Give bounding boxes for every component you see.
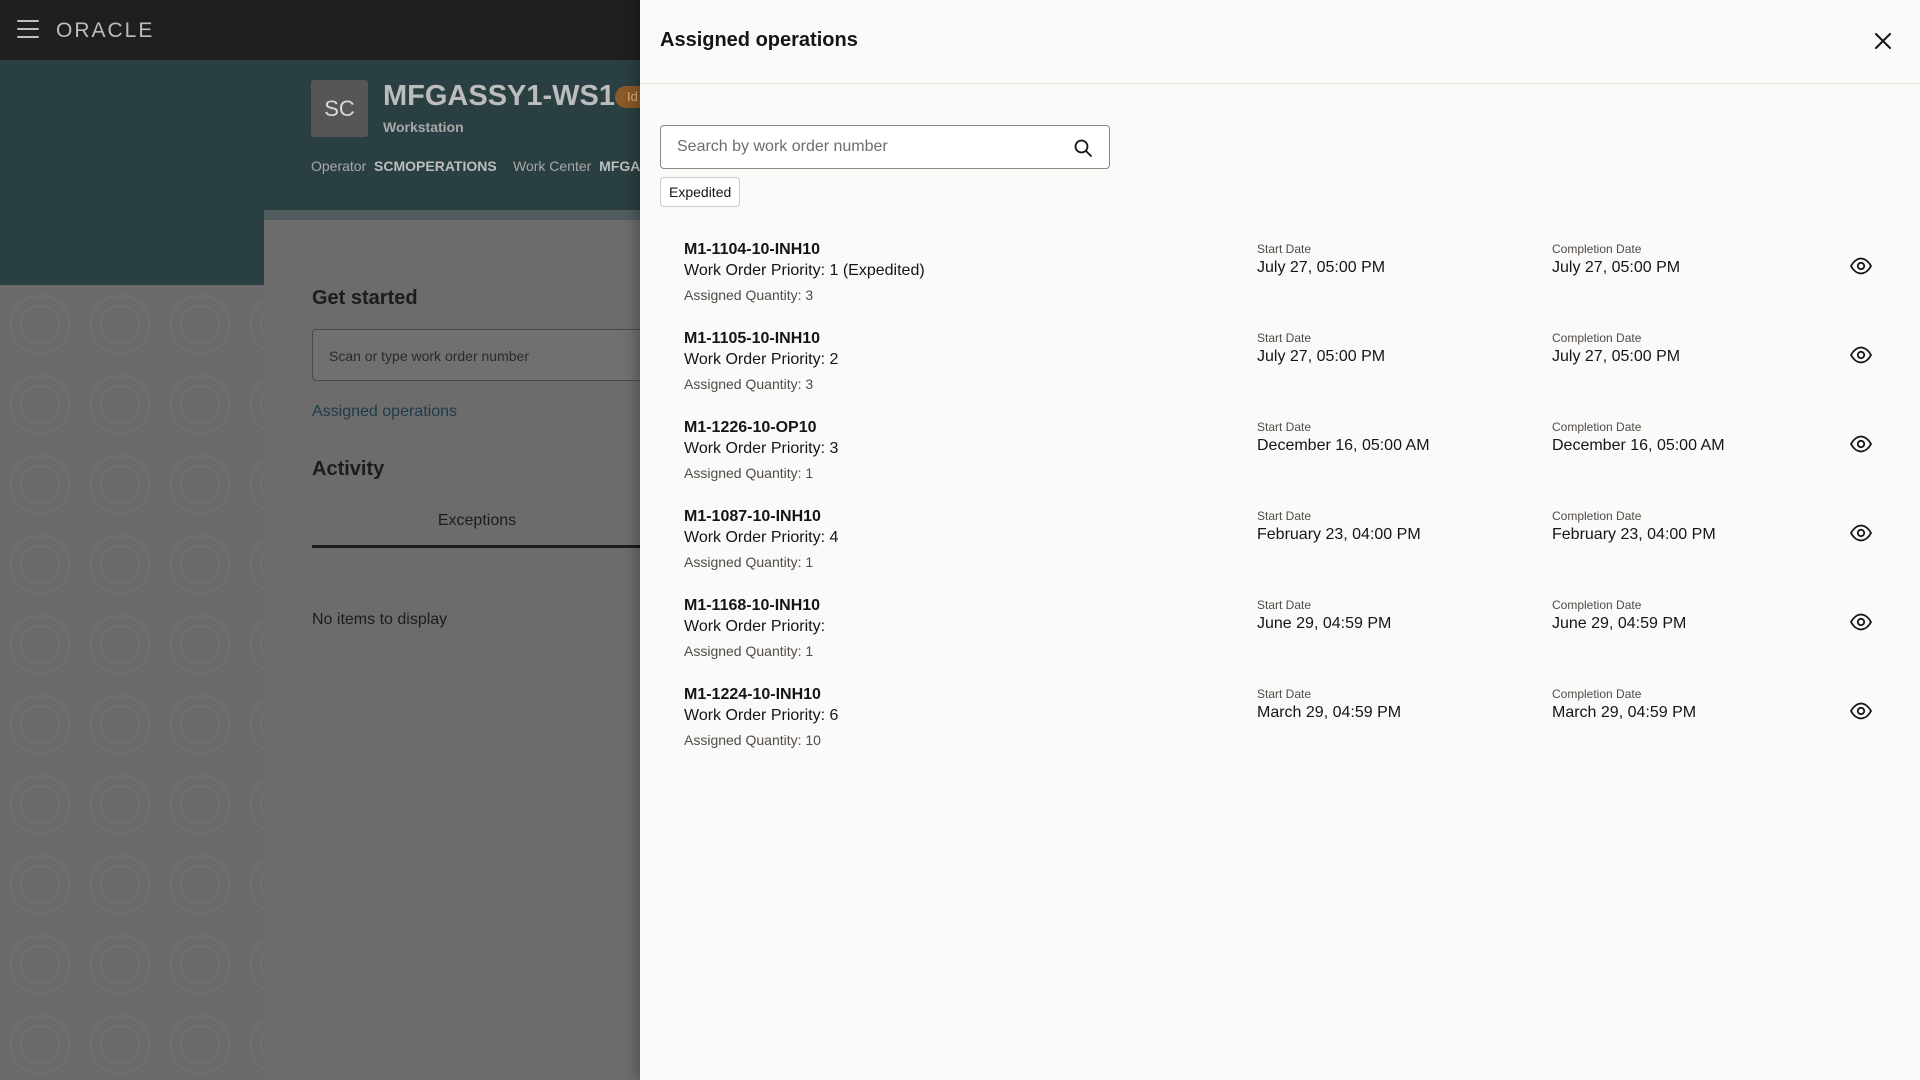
search-field [660, 125, 1110, 169]
eye-icon[interactable] [1849, 254, 1873, 278]
eye-icon[interactable] [1849, 699, 1873, 723]
work-order-priority: Work Order Priority: 1 (Expedited) [684, 262, 925, 279]
drawer-title: Assigned operations [660, 29, 858, 51]
menu-icon[interactable] [17, 20, 39, 38]
work-order-priority: Work Order Priority: 2 [684, 351, 839, 368]
work-order-priority: Work Order Priority: 4 [684, 529, 839, 546]
eye-icon[interactable] [1849, 521, 1873, 545]
start-date-label: Start Date [1257, 687, 1312, 701]
list-item[interactable]: M1-1168-10-INH10 Work Order Priority: As… [660, 586, 1900, 675]
workstation-type: Workstation [383, 119, 464, 135]
assigned-quantity: Assigned Quantity: 10 [684, 732, 821, 748]
start-date-value: December 16, 05:00 AM [1257, 437, 1430, 454]
work-order-number: M1-1168-10-INH10 [684, 597, 821, 614]
empty-state-text: No items to display [312, 611, 448, 628]
close-icon [1875, 33, 1891, 49]
assigned-quantity: Assigned Quantity: 1 [684, 465, 814, 481]
eye-icon[interactable] [1849, 610, 1873, 634]
work-center-label: Work Center [513, 158, 592, 174]
completion-date-label: Completion Date [1552, 242, 1642, 256]
list-item[interactable]: M1-1224-10-INH10 Work Order Priority: 6 … [660, 675, 1900, 764]
assigned-quantity: Assigned Quantity: 3 [684, 287, 814, 303]
completion-date-value: July 27, 05:00 PM [1552, 259, 1681, 276]
start-date-value: February 23, 04:00 PM [1257, 526, 1421, 543]
oracle-logo[interactable]: ORACLE [56, 19, 154, 43]
start-date-value: July 27, 05:00 PM [1257, 348, 1386, 365]
completion-date-label: Completion Date [1552, 687, 1642, 701]
completion-date-value: February 23, 04:00 PM [1552, 526, 1716, 543]
list-item[interactable]: M1-1087-10-INH10 Work Order Priority: 4 … [660, 497, 1900, 586]
completion-date-value: June 29, 04:59 PM [1552, 615, 1687, 632]
list-item[interactable]: M1-1104-10-INH10 Work Order Priority: 1 … [660, 230, 1900, 319]
operator-value: SCMOPERATIONS [374, 158, 497, 174]
assigned-operations-drawer: Assigned operations Expedited M1-1104-10… [640, 0, 1920, 1080]
operator-info: Operator SCMOPERATIONS [311, 158, 497, 174]
completion-date-label: Completion Date [1552, 509, 1642, 523]
completion-date-label: Completion Date [1552, 331, 1642, 345]
work-order-number: M1-1087-10-INH10 [684, 508, 821, 525]
completion-date-label: Completion Date [1552, 420, 1642, 434]
drawer-header: Assigned operations [640, 0, 1920, 84]
completion-date-label: Completion Date [1552, 598, 1642, 612]
eye-icon[interactable] [1849, 432, 1873, 456]
start-date-label: Start Date [1257, 420, 1312, 434]
work-order-number: M1-1105-10-INH10 [684, 330, 821, 347]
eye-icon[interactable] [1849, 343, 1873, 367]
start-date-label: Start Date [1257, 598, 1312, 612]
workstation-name: MFGASSY1-WS1 [383, 80, 616, 112]
completion-date-value: December 16, 05:00 AM [1552, 437, 1725, 454]
expedited-filter-chip[interactable]: Expedited [660, 177, 741, 207]
operator-label: Operator [311, 158, 367, 174]
start-date-value: March 29, 04:59 PM [1257, 704, 1402, 721]
operations-list: M1-1104-10-INH10 Work Order Priority: 1 … [660, 230, 1900, 764]
work-center-info: Work Center MFGAS [513, 158, 650, 174]
completion-date-value: July 27, 05:00 PM [1552, 348, 1681, 365]
get-started-heading: Get started [312, 287, 418, 309]
start-date-label: Start Date [1257, 509, 1312, 523]
search-icon[interactable] [1073, 138, 1093, 158]
work-order-number: M1-1224-10-INH10 [684, 686, 821, 703]
close-button[interactable] [1872, 30, 1894, 52]
assigned-quantity: Assigned Quantity: 1 [684, 554, 814, 570]
avatar: SC [311, 80, 368, 137]
start-date-label: Start Date [1257, 331, 1312, 345]
completion-date-value: March 29, 04:59 PM [1552, 704, 1697, 721]
start-date-label: Start Date [1257, 242, 1312, 256]
start-date-value: July 27, 05:00 PM [1257, 259, 1386, 276]
list-item[interactable]: M1-1226-10-OP10 Work Order Priority: 3 A… [660, 408, 1900, 497]
start-date-value: June 29, 04:59 PM [1257, 615, 1392, 632]
activity-heading: Activity [312, 458, 385, 480]
search-input[interactable] [661, 126, 1051, 168]
assigned-quantity: Assigned Quantity: 1 [684, 643, 814, 659]
assigned-quantity: Assigned Quantity: 3 [684, 376, 814, 392]
work-order-number: M1-1226-10-OP10 [684, 419, 817, 436]
tab-exceptions[interactable]: Exceptions [312, 512, 642, 548]
work-order-priority: Work Order Priority: 3 [684, 440, 839, 457]
list-item[interactable]: M1-1105-10-INH10 Work Order Priority: 2 … [660, 319, 1900, 408]
work-order-priority: Work Order Priority: 6 [684, 707, 839, 724]
work-order-number: M1-1104-10-INH10 [684, 241, 821, 258]
assigned-operations-link[interactable]: Assigned operations [312, 403, 457, 421]
work-order-priority: Work Order Priority: [684, 618, 826, 635]
